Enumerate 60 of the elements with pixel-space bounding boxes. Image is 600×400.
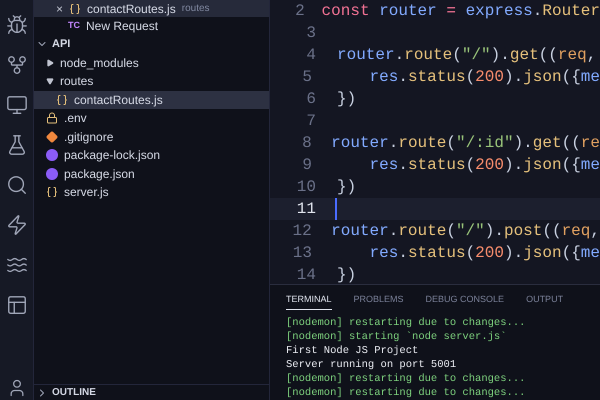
- branch-icon[interactable]: [6, 54, 28, 76]
- file-tree-item[interactable]: node_modules: [34, 54, 269, 72]
- lightning-icon[interactable]: [6, 214, 28, 236]
- code-text: const router = express.Router: [322, 1, 600, 22]
- line-number: 8: [301, 133, 313, 154]
- terminal-line: [nodemon] restarting due to changes...: [286, 386, 526, 400]
- code-text: res.status(200).json({me: [370, 243, 600, 264]
- line-number: 3: [305, 23, 317, 44]
- braces-icon: [46, 186, 58, 198]
- line-number: 9: [301, 155, 313, 176]
- code-text: router.route("/").post((req,: [331, 221, 600, 242]
- braces-icon: [69, 2, 82, 14]
- expanded-caret-icon: [46, 77, 54, 86]
- code-text: }): [337, 89, 356, 110]
- collapsed-caret-icon: [46, 58, 54, 67]
- terminal-line: [nodemon] restarting due to changes...: [286, 316, 526, 330]
- file-tree-item[interactable]: server.js: [34, 183, 269, 202]
- line-number: 4: [305, 45, 317, 66]
- line-number: 6: [305, 89, 317, 110]
- code-text: }): [337, 177, 356, 198]
- panel-tab[interactable]: TERMINAL: [286, 292, 332, 310]
- file-tree-item[interactable]: package.json: [34, 164, 269, 183]
- line-number: 11: [296, 199, 317, 220]
- line-number: 12: [292, 221, 313, 242]
- code-text: router.route("/:id").get((re: [331, 133, 600, 154]
- line-number: 2: [294, 1, 306, 22]
- open-editor-item[interactable]: TC New Request: [34, 17, 269, 34]
- code-text: res.status(200).json({me: [370, 67, 600, 88]
- panel-tab[interactable]: DEBUG CONSOLE: [426, 292, 504, 310]
- diamond-icon: [46, 130, 58, 143]
- terminal-line: [nodemon] restarting due to changes...: [286, 372, 526, 386]
- line-number: 14: [296, 265, 317, 284]
- file-tree-item[interactable]: package-lock.json: [34, 146, 269, 164]
- file-tree-item[interactable]: contactRoutes.js: [34, 90, 269, 109]
- folder-header[interactable]: API: [34, 35, 269, 54]
- file-tree-item[interactable]: .env: [34, 109, 269, 128]
- bug-icon[interactable]: [6, 14, 28, 36]
- outline-header[interactable]: OUTLINE: [34, 384, 269, 400]
- line-number: 10: [296, 177, 317, 198]
- terminal-line: [nodemon] starting `node server.js`: [286, 330, 508, 344]
- panel-tab[interactable]: PROBLEMS: [354, 292, 404, 310]
- open-editor-item[interactable]: × contactRoutes.js routes: [34, 0, 269, 17]
- line-number: 13: [292, 243, 313, 264]
- line-number: 7: [305, 111, 317, 132]
- terminal-line: First Node JS Project: [286, 344, 420, 358]
- monitor-icon[interactable]: [6, 94, 28, 116]
- line-number: 5: [301, 67, 313, 88]
- search-icon[interactable]: [6, 174, 28, 196]
- file-tree-item[interactable]: .gitignore: [34, 128, 269, 146]
- braces-icon: [56, 94, 68, 106]
- layout-icon[interactable]: [6, 294, 28, 316]
- file-type-label: TC: [68, 18, 80, 32]
- code-text: }): [337, 265, 356, 284]
- file-tree-item[interactable]: routes: [34, 72, 269, 90]
- terminal-line: Server running on port 5001: [286, 358, 458, 372]
- code-text: res.status(200).json({me: [370, 155, 600, 176]
- close-button[interactable]: ×: [56, 0, 64, 18]
- lock-icon: [46, 112, 58, 124]
- panel-tab[interactable]: OUTPUT: [526, 292, 564, 310]
- code-text: router.route("/").get((req,: [337, 45, 596, 66]
